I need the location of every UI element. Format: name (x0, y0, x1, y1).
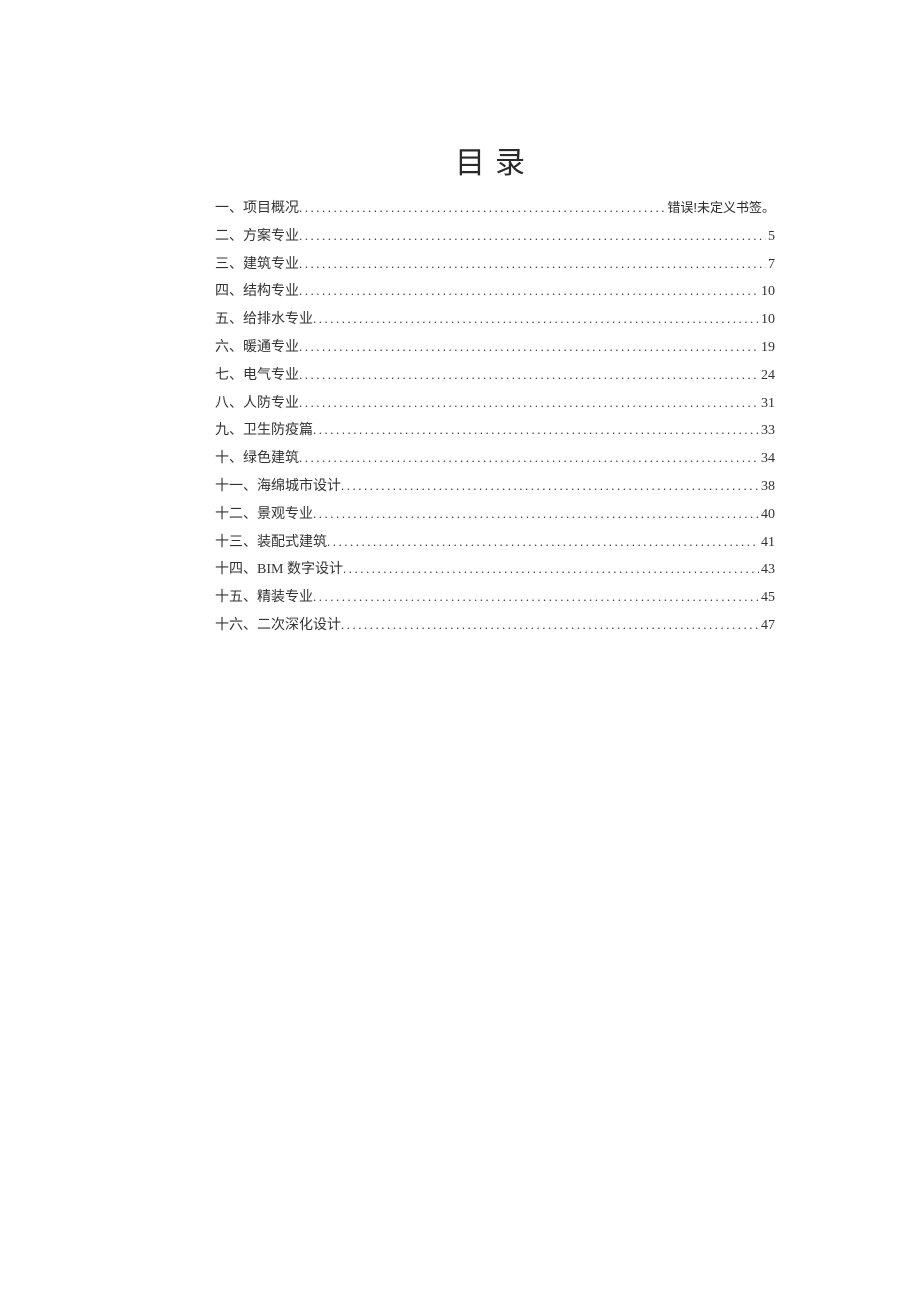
toc-leader-dots (313, 422, 759, 438)
toc-leader-dots (327, 534, 759, 550)
toc-leader-dots (343, 561, 759, 577)
toc-leader-dots (341, 617, 759, 633)
toc-label: 十、绿色建筑 (215, 451, 299, 468)
toc-leader-dots (299, 283, 759, 299)
toc-label: 五、给排水专业 (215, 312, 313, 329)
toc-entry[interactable]: 十一、海绵城市设计 38 (215, 478, 775, 496)
toc-page: 40 (759, 507, 775, 524)
toc-page: 43 (759, 562, 775, 579)
toc-entry[interactable]: 八、人防专业 31 (215, 395, 775, 413)
toc-entry[interactable]: 六、暖通专业 19 (215, 339, 775, 357)
toc-label: 七、电气专业 (215, 368, 299, 385)
toc-leader-dots (313, 589, 759, 605)
toc-label: 二、方案专业 (215, 229, 299, 246)
toc-page: 45 (759, 590, 775, 607)
toc-label: 六、暖通专业 (215, 340, 299, 357)
toc-entry[interactable]: 十、绿色建筑 34 (215, 450, 775, 468)
toc-leader-dots (313, 311, 759, 327)
toc-entry[interactable]: 十三、装配式建筑 41 (215, 534, 775, 552)
toc-page: 33 (759, 423, 775, 440)
toc-label: 十一、海绵城市设计 (215, 479, 341, 496)
toc-label: 十六、二次深化设计 (215, 618, 341, 635)
page-title: 目录 (215, 138, 775, 182)
toc-page: 5 (766, 229, 775, 246)
toc-leader-dots (299, 339, 759, 355)
toc-page: 目录 一、项目概况 错误!未定义书签。 二、方案专业 5 三、建筑专业 7 四、… (0, 0, 920, 635)
toc-entry[interactable]: 二、方案专业 5 (215, 228, 775, 246)
toc-page: 38 (759, 479, 775, 496)
toc-label: 九、卫生防疫篇 (215, 423, 313, 440)
toc-entry[interactable]: 十五、精装专业 45 (215, 589, 775, 607)
toc-leader-dots (299, 367, 759, 383)
toc-label: 十四、BIM 数字设计 (215, 562, 343, 579)
toc-page: 31 (759, 396, 775, 413)
toc-page: 7 (766, 257, 775, 274)
toc-leader-dots (299, 200, 665, 216)
toc-entry[interactable]: 四、结构专业 10 (215, 283, 775, 301)
toc-leader-dots (299, 450, 759, 466)
toc-leader-dots (299, 228, 766, 244)
toc-label: 一、项目概况 (215, 201, 299, 218)
toc-page: 19 (759, 340, 775, 357)
toc-label: 三、建筑专业 (215, 257, 299, 274)
toc-label: 十五、精装专业 (215, 590, 313, 607)
toc-entry[interactable]: 五、给排水专业 10 (215, 311, 775, 329)
toc-entry[interactable]: 七、电气专业 24 (215, 367, 775, 385)
toc-leader-dots (299, 256, 766, 272)
toc-page: 10 (759, 312, 775, 329)
toc-page: 41 (759, 535, 775, 552)
toc-entry[interactable]: 三、建筑专业 7 (215, 256, 775, 274)
toc-entry[interactable]: 十六、二次深化设计 47 (215, 617, 775, 635)
toc-leader-dots (299, 395, 759, 411)
toc-page: 34 (759, 451, 775, 468)
toc-label: 四、结构专业 (215, 284, 299, 301)
toc-page: 10 (759, 284, 775, 301)
toc-entry[interactable]: 一、项目概况 错误!未定义书签。 (215, 200, 775, 218)
toc-page: 24 (759, 368, 775, 385)
toc-entry[interactable]: 九、卫生防疫篇 33 (215, 422, 775, 440)
toc-label: 十二、景观专业 (215, 507, 313, 524)
toc-leader-dots (341, 478, 759, 494)
toc-page: 47 (759, 618, 775, 635)
toc-label: 八、人防专业 (215, 396, 299, 413)
toc-page-error: 错误!未定义书签。 (665, 200, 775, 216)
toc-entry[interactable]: 十二、景观专业 40 (215, 506, 775, 524)
toc-leader-dots (313, 506, 759, 522)
toc-label: 十三、装配式建筑 (215, 535, 327, 552)
toc-entry[interactable]: 十四、BIM 数字设计 43 (215, 561, 775, 579)
